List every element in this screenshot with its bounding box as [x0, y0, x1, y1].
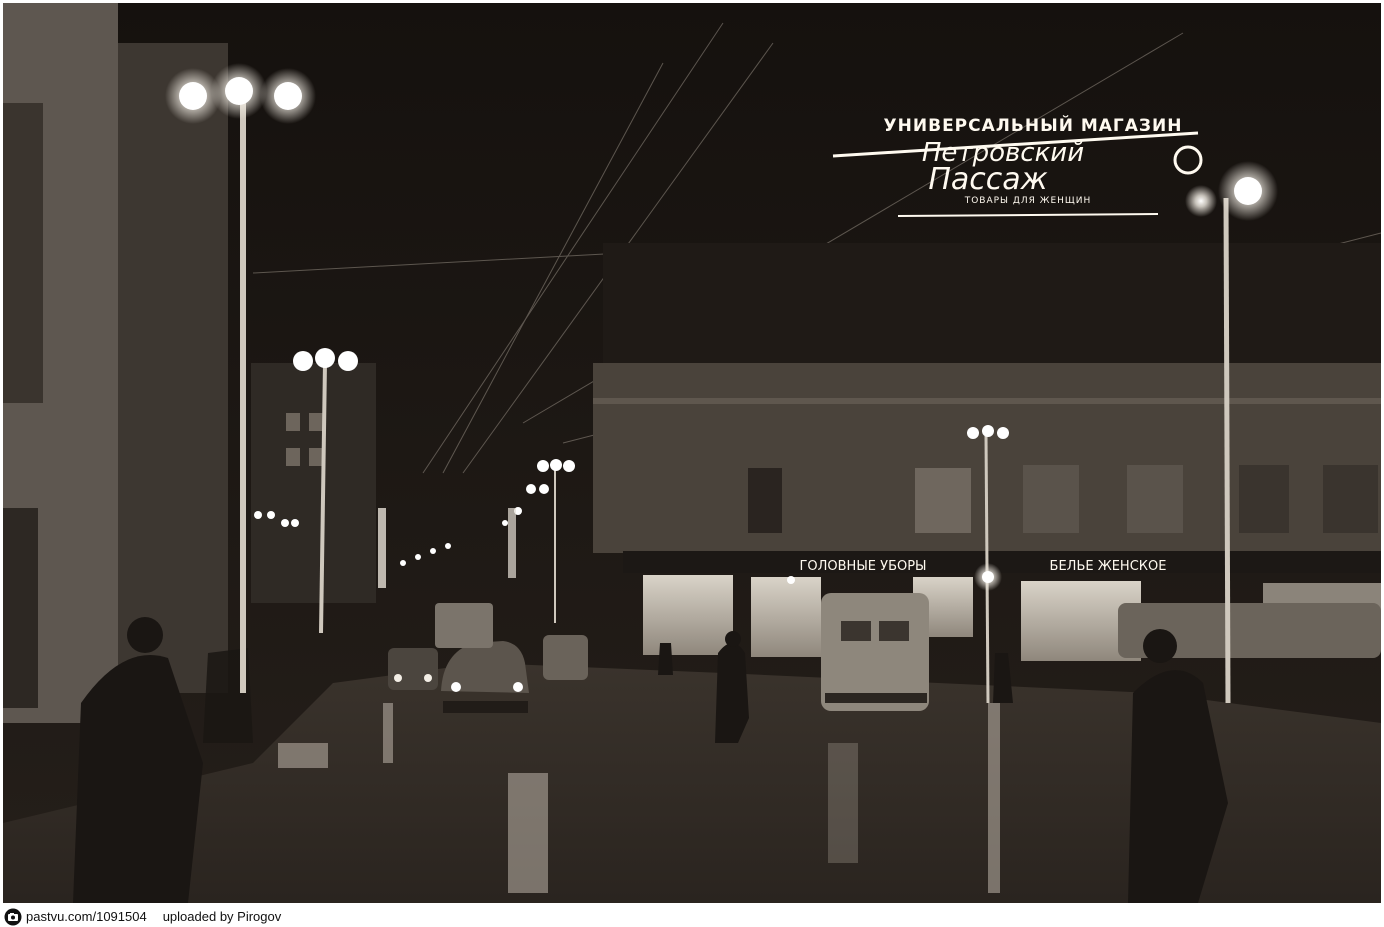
uploader-text: uploaded by Pirogov: [162, 909, 282, 924]
car-second: [388, 648, 438, 690]
neon-sign-bottom-line: ТОВАРЫ ДЛЯ ЖЕНЩИН: [964, 196, 1092, 206]
shop-sign-lingerie: БЕЛЬЕ ЖЕНСКОЕ: [1050, 559, 1167, 574]
bus: [435, 603, 493, 648]
neon-sign-top-line: УНИВЕРСАЛЬНЫЙ МАГАЗИН: [884, 114, 1183, 136]
shop-sign-hats: ГОЛОВНЫЕ УБОРЫ: [799, 559, 926, 574]
photo-link[interactable]: pastvu.com/1091504: [26, 909, 147, 924]
car-right: [543, 635, 588, 680]
camera-icon: [4, 908, 22, 925]
night-street-photo: ГОЛОВНЫЕ УБОРЫ БЕЛЬЕ ЖЕНСКОЕ УНИВЕРСАЛЬН…: [0, 0, 1384, 906]
van-rear: [821, 593, 929, 711]
caption-bar: pastvu.com/1091504 uploaded by Pirogov: [0, 906, 1384, 927]
neon-sign-script-line-2: Пассаж: [928, 162, 1047, 197]
